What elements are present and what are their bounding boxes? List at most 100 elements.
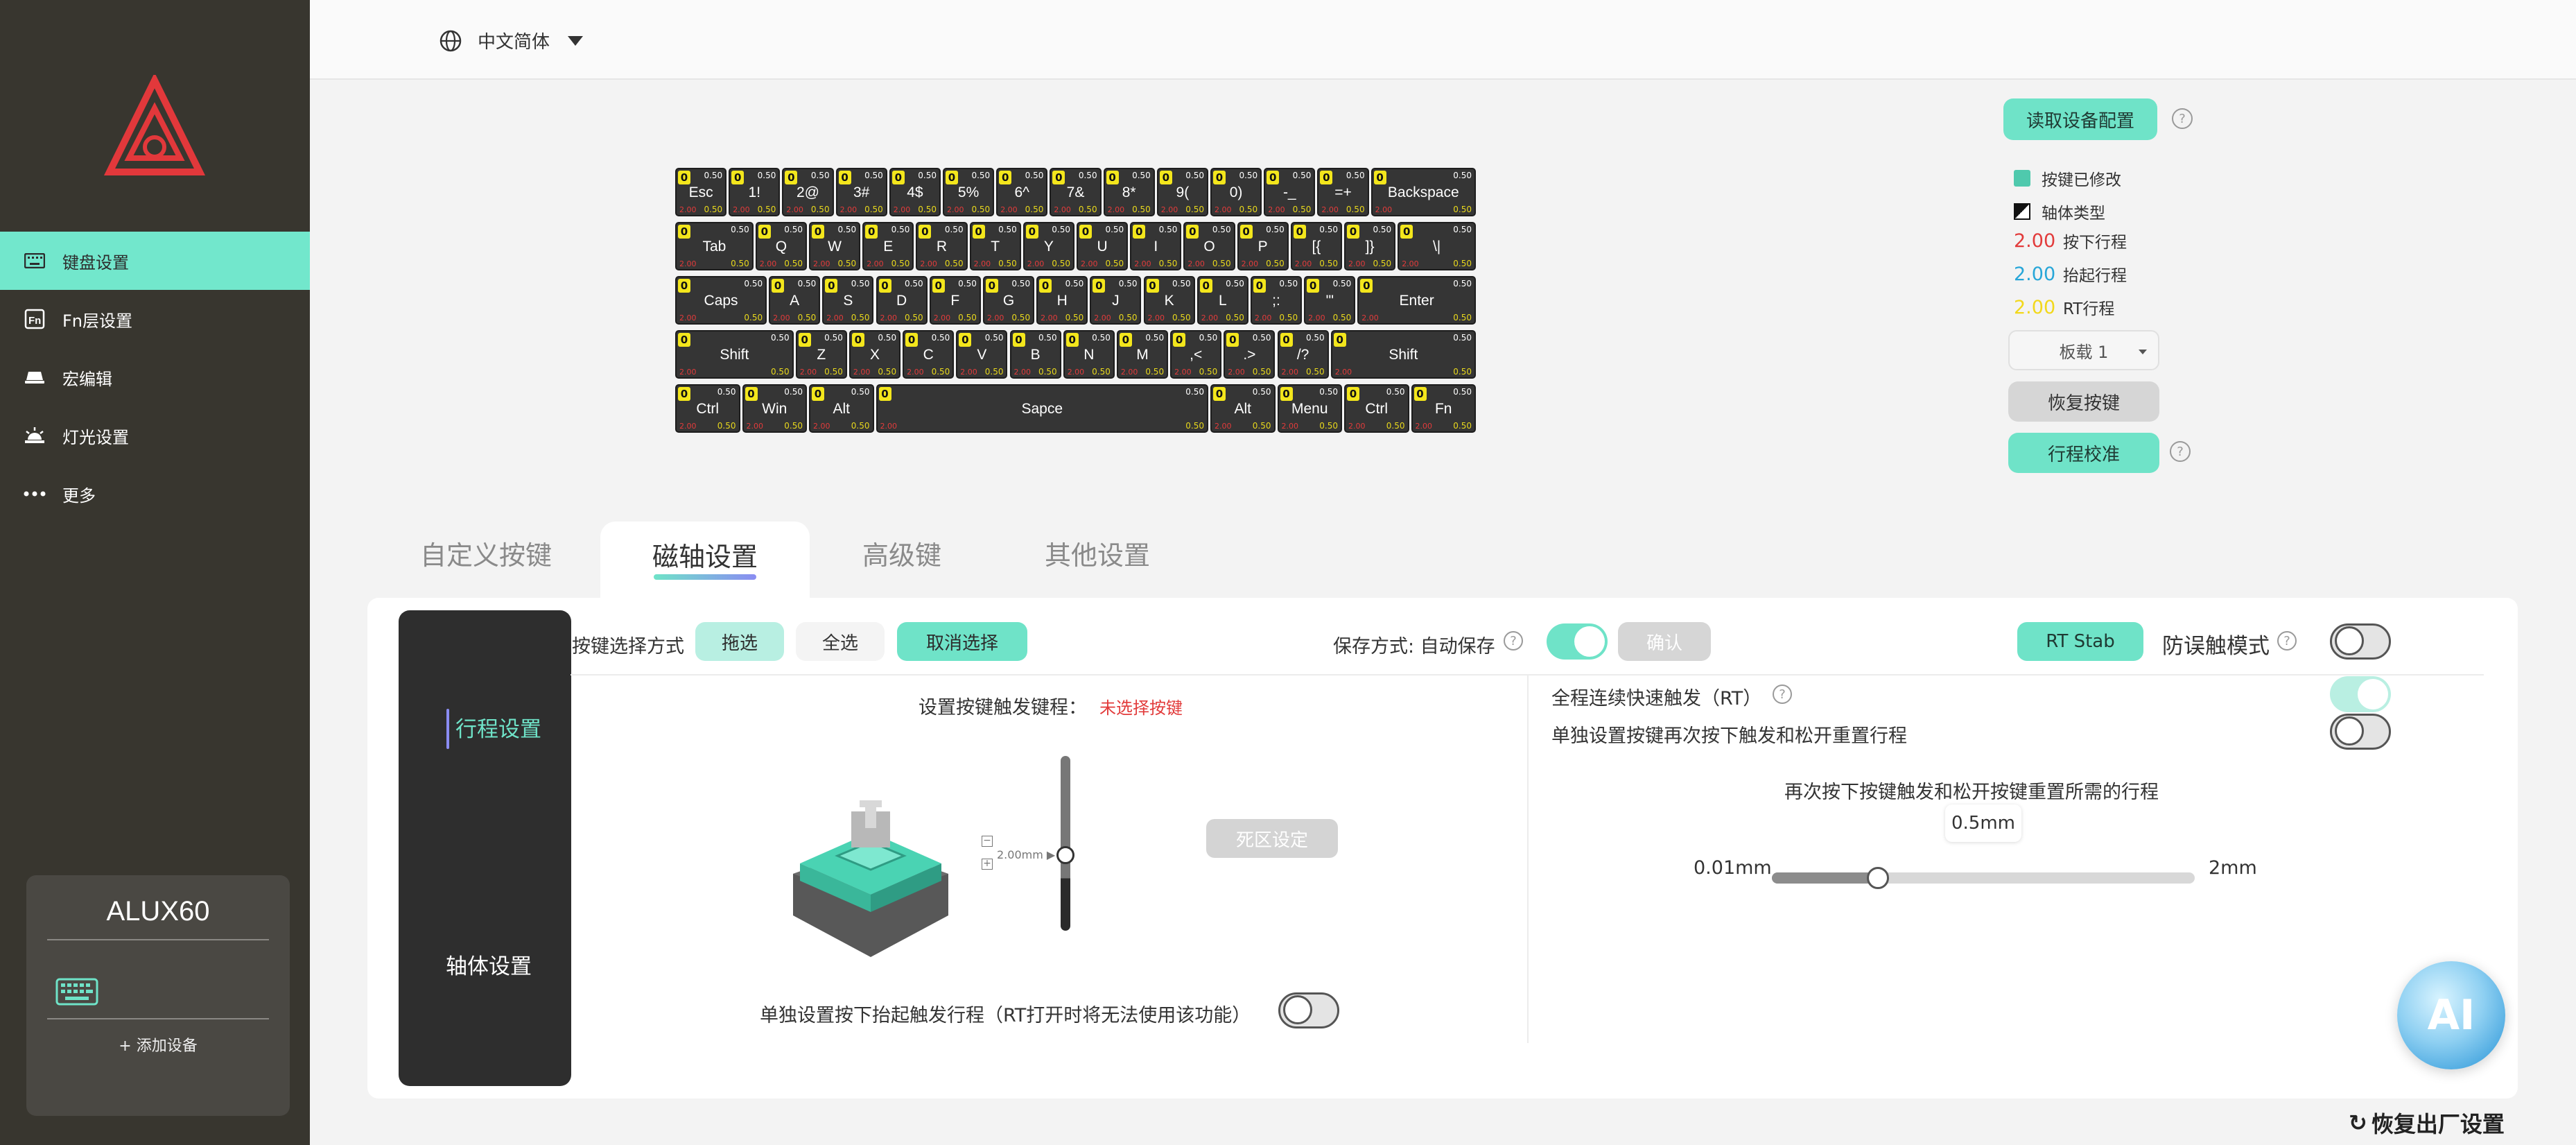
key[interactable]: 0 0.50 Caps 2.00 0.50: [675, 276, 767, 325]
sidebar-item-more[interactable]: 更多: [0, 465, 310, 523]
key[interactable]: 0 0.50 Shift 2.00 0.50: [675, 330, 794, 379]
key[interactable]: 0 0.50 7& 2.00 0.50: [1050, 168, 1102, 216]
key[interactable]: 0 0.50 E 2.00 0.50: [862, 222, 914, 270]
subnav-travel-settings[interactable]: 行程设置: [455, 712, 541, 743]
key[interactable]: 0 0.50 V 2.00 0.50: [956, 330, 1008, 379]
sidebar-item-keyboard[interactable]: 键盘设置: [0, 232, 310, 290]
subnav-axis-settings[interactable]: 轴体设置: [446, 949, 532, 980]
restore-key-button[interactable]: 恢复按键: [2008, 381, 2159, 422]
key[interactable]: 0 0.50 ,< 2.00 0.50: [1170, 330, 1222, 379]
key[interactable]: 0 0.50 M 2.00 0.50: [1116, 330, 1169, 379]
key[interactable]: 0 0.50 W 2.00 0.50: [809, 222, 861, 270]
key[interactable]: 0 0.50 U 2.00 0.50: [1077, 222, 1129, 270]
key[interactable]: 0 0.50 P 2.00 0.50: [1237, 222, 1289, 270]
tab-other-settings[interactable]: 其他设置: [1045, 534, 1150, 572]
key[interactable]: 0 0.50 R 2.00 0.50: [916, 222, 968, 270]
key[interactable]: 0 0.50 3# 2.00 0.50: [835, 168, 887, 216]
key[interactable]: 0 0.50 =+ 2.00 0.50: [1317, 168, 1369, 216]
key[interactable]: 0 0.50 Y 2.00 0.50: [1022, 222, 1074, 270]
repress-slider-handle[interactable]: [1866, 867, 1889, 889]
key[interactable]: 0 0.50 Fn 2.00 0.50: [1411, 384, 1476, 433]
key[interactable]: 0 0.50 Alt 2.00 0.50: [809, 384, 874, 433]
select-all-button[interactable]: 全选: [796, 622, 885, 661]
key[interactable]: 0 0.50 N 2.00 0.50: [1063, 330, 1115, 379]
anti-mistouch-toggle[interactable]: [2330, 623, 2391, 660]
key[interactable]: 0 0.50 H 2.00 0.50: [1036, 276, 1088, 325]
key[interactable]: 0 0.50 4$ 2.00 0.50: [889, 168, 941, 216]
ai-assistant-button[interactable]: AI: [2397, 961, 2505, 1069]
key[interactable]: 0 0.50 9(2.00 0.50: [1156, 168, 1208, 216]
language-selector[interactable]: 中文简体: [439, 28, 584, 53]
calibrate-button[interactable]: 行程校准: [2008, 433, 2159, 473]
device-card[interactable]: ALUX60 + 添加设备: [26, 875, 290, 1116]
key[interactable]: 0 0.50 Z 2.00 0.50: [795, 330, 847, 379]
key[interactable]: 0 0.50 Menu 2.00 0.50: [1277, 384, 1342, 433]
key[interactable]: 0 0.50 B 2.00 0.50: [1009, 330, 1061, 379]
help-icon[interactable]: ?: [2277, 631, 2297, 651]
drag-select-button[interactable]: 拖选: [695, 622, 784, 661]
tab-advanced-keys[interactable]: 高级键: [862, 534, 941, 572]
rt-stab-button[interactable]: RT Stab: [2017, 622, 2143, 661]
key[interactable]: 0 0.50 Ctrl 2.00 0.50: [675, 384, 740, 433]
confirm-button[interactable]: 确认: [1618, 622, 1711, 661]
key[interactable]: 0 0.50 Esc 2.00 0.50: [675, 168, 727, 216]
sidebar-item-light[interactable]: 灯光设置: [0, 406, 310, 465]
key[interactable]: 0 0.50 0) 2.00 0.50: [1210, 168, 1262, 216]
key[interactable]: 0 0.50 K 2.00 0.50: [1143, 276, 1195, 325]
key[interactable]: 0 0.50 S 2.00 0.50: [822, 276, 874, 325]
key[interactable]: 0 0.50 L 2.00 0.50: [1196, 276, 1248, 325]
auto-save-toggle[interactable]: [1547, 623, 1608, 660]
add-device-button[interactable]: + 添加设备: [26, 1033, 290, 1056]
tab-magnetic-axis[interactable]: 磁轴设置: [600, 535, 810, 574]
help-icon[interactable]: ?: [2170, 441, 2191, 462]
key[interactable]: 0 0.50 A 2.00 0.50: [769, 276, 821, 325]
travel-slider-handle[interactable]: [1056, 846, 1074, 864]
key[interactable]: 0 0.50 \| 2.00 0.50: [1398, 222, 1476, 270]
key[interactable]: 0 0.50 Sapce 2.00 0.50: [876, 384, 1208, 433]
sidebar-item-macro[interactable]: 宏编辑: [0, 348, 310, 406]
key[interactable]: 0 0.50 -_ 2.00 0.50: [1264, 168, 1316, 216]
key[interactable]: 0 0.50 '" 2.00 0.50: [1304, 276, 1356, 325]
factory-reset-button[interactable]: ↻ 恢复出厂设置: [2349, 1107, 2505, 1139]
key[interactable]: 0 0.50 Backspace 2.00 0.50: [1370, 168, 1476, 216]
key[interactable]: 0 0.50 .> 2.00 0.50: [1224, 330, 1276, 379]
travel-slider-track[interactable]: [1061, 756, 1070, 931]
key[interactable]: 0 0.50 1! 2.00 0.50: [729, 168, 781, 216]
key[interactable]: 0 0.50;: 2.00 0.50: [1250, 276, 1303, 325]
key[interactable]: 0 0.50]} 2.00 0.50: [1344, 222, 1396, 270]
key[interactable]: 0 0.50 F 2.00 0.50: [929, 276, 981, 325]
key[interactable]: 0 0.50 Alt 2.00 0.50: [1210, 384, 1276, 433]
key[interactable]: 0 0.50 O 2.00 0.50: [1183, 222, 1235, 270]
key[interactable]: 0 0.50 Win 2.00 0.50: [742, 384, 807, 433]
key[interactable]: 0 0.50 X 2.00 0.50: [848, 330, 901, 379]
sidebar-item-fn[interactable]: Fn Fn层设置: [0, 290, 310, 348]
key[interactable]: 0 0.50 Enter 2.00 0.50: [1357, 276, 1476, 325]
key[interactable]: 0 0.50 Q 2.00 0.50: [755, 222, 807, 270]
zoom-out-icon[interactable]: −: [982, 836, 993, 847]
board-select[interactable]: 板载 1: [2008, 330, 2159, 370]
zoom-in-icon[interactable]: +: [982, 859, 993, 870]
key[interactable]: 0 0.50 J 2.00 0.50: [1090, 276, 1142, 325]
cancel-select-button[interactable]: 取消选择: [897, 622, 1027, 661]
key[interactable]: 0 0.50 [{2.00 0.50: [1290, 222, 1342, 270]
key[interactable]: 0 0.50 Shift 2.00 0.50: [1330, 330, 1476, 379]
read-config-button[interactable]: 读取设备配置: [2003, 98, 2157, 140]
key[interactable]: 0 0.50 2@ 2.00 0.50: [782, 168, 834, 216]
key[interactable]: 0 0.50 C 2.00 0.50: [903, 330, 955, 379]
key[interactable]: 0 0.50 5% 2.00 0.50: [943, 168, 995, 216]
key[interactable]: 0 0.50 /? 2.00 0.50: [1277, 330, 1329, 379]
separate-repress-toggle[interactable]: [2330, 714, 2391, 750]
help-icon[interactable]: ?: [2172, 108, 2193, 129]
key[interactable]: 0 0.50 D 2.00 0.50: [876, 276, 928, 325]
key[interactable]: 0 0.50 Tab 2.00 0.50: [675, 222, 754, 270]
help-icon[interactable]: ?: [1504, 631, 1523, 651]
key[interactable]: 0 0.50 G 2.00 0.50: [982, 276, 1035, 325]
key[interactable]: 0 0.50 I 2.00 0.50: [1130, 222, 1182, 270]
separate-lift-toggle[interactable]: [1278, 992, 1339, 1028]
key[interactable]: 0 0.50 8* 2.00 0.50: [1103, 168, 1155, 216]
key[interactable]: 0 0.50 T 2.00 0.50: [969, 222, 1021, 270]
help-icon[interactable]: ?: [1773, 685, 1792, 704]
key[interactable]: 0 0.50 6^ 2.00 0.50: [996, 168, 1048, 216]
full-rt-toggle[interactable]: [2330, 676, 2391, 712]
deadzone-button[interactable]: 死区设定: [1206, 819, 1338, 858]
